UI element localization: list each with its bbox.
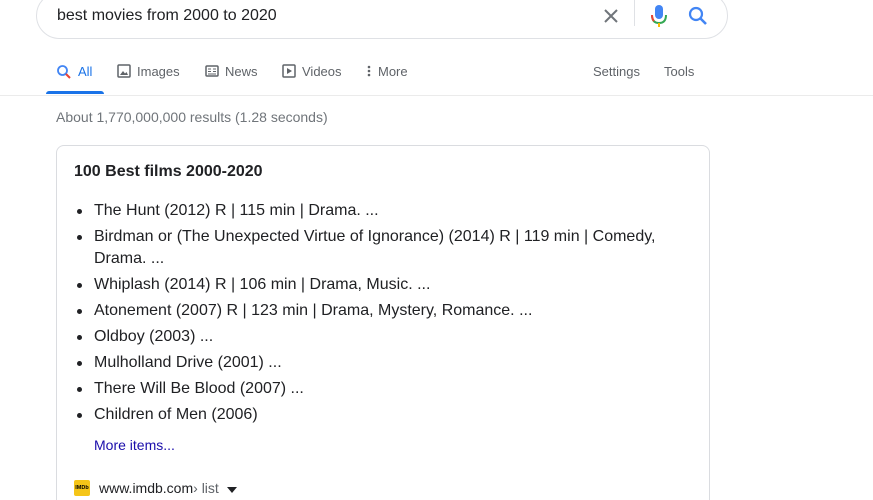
active-tab-indicator xyxy=(46,91,104,94)
tab-label: More xyxy=(378,64,408,79)
search-divider xyxy=(634,0,635,26)
tab-all[interactable]: All xyxy=(56,58,92,94)
source-breadcrumb: › list xyxy=(193,480,219,496)
source-domain: www.imdb.com xyxy=(99,480,194,496)
tools-label: Tools xyxy=(664,64,695,79)
list-item: Birdman or (The Unexpected Virtue of Ign… xyxy=(77,226,684,270)
tab-news[interactable]: News xyxy=(205,58,258,94)
featured-snippet: 100 Best films 2000-2020 The Hunt (2012)… xyxy=(56,145,710,500)
search-icon xyxy=(57,65,71,79)
tab-label: Videos xyxy=(302,64,342,79)
list-item: Whiplash (2014) R | 106 min | Drama, Mus… xyxy=(77,274,684,296)
more-items-link[interactable]: More items... xyxy=(94,437,175,453)
search-tabs: All Images News Videos More Settings Too… xyxy=(0,58,873,96)
image-icon xyxy=(117,64,131,78)
list-item: The Hunt (2012) R | 115 min | Drama. ... xyxy=(77,200,684,222)
tab-label: News xyxy=(225,64,258,79)
news-icon xyxy=(205,65,219,77)
tab-label: All xyxy=(78,64,93,79)
snippet-title: 100 Best films 2000-2020 xyxy=(74,163,263,180)
tabs-divider xyxy=(0,95,873,96)
list-item: Children of Men (2006) xyxy=(77,404,684,426)
list-item: Atonement (2007) R | 123 min | Drama, My… xyxy=(77,300,684,322)
snippet-list: The Hunt (2012) R | 115 min | Drama. ...… xyxy=(77,200,684,430)
source-citation[interactable]: IMDb www.imdb.com › list xyxy=(74,480,237,496)
search-icon[interactable] xyxy=(686,4,710,28)
tab-images[interactable]: Images xyxy=(117,58,180,94)
tools-link[interactable]: Tools xyxy=(664,58,694,94)
result-stats: About 1,770,000,000 results (1.28 second… xyxy=(56,109,328,125)
settings-label: Settings xyxy=(593,64,640,79)
close-icon[interactable] xyxy=(599,4,623,28)
settings-link[interactable]: Settings xyxy=(593,58,640,94)
list-item: Mulholland Drive (2001) ... xyxy=(77,352,684,374)
more-vert-icon xyxy=(367,65,371,77)
search-input[interactable]: best movies from 2000 to 2020 xyxy=(57,7,277,25)
tab-label: Images xyxy=(137,64,180,79)
search-box[interactable]: best movies from 2000 to 2020 xyxy=(36,0,728,39)
tab-videos[interactable]: Videos xyxy=(282,58,342,94)
list-item: Oldboy (2003) ... xyxy=(77,326,684,348)
imdb-logo: IMDb xyxy=(74,480,90,496)
chevron-down-icon[interactable] xyxy=(226,480,237,496)
list-item: There Will Be Blood (2007) ... xyxy=(77,378,684,400)
microphone-icon[interactable] xyxy=(648,3,670,29)
tab-more[interactable]: More xyxy=(366,58,408,94)
play-icon xyxy=(282,64,296,78)
